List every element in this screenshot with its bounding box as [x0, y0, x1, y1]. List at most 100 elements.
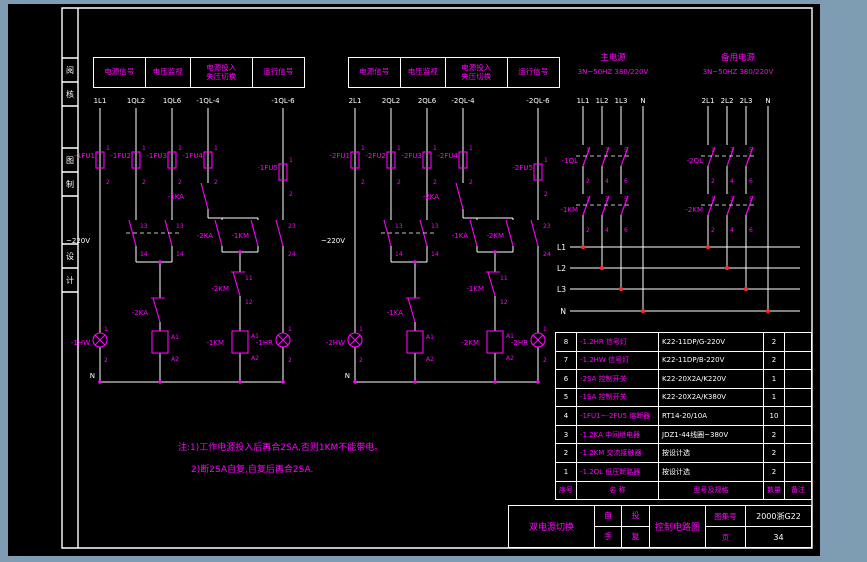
schematic-label: 2	[214, 179, 218, 186]
title-block-right: 图集号 2000浙G22 页 34	[705, 506, 811, 547]
table-cell	[785, 370, 811, 388]
parts-table: 8 -1.2HR 信号灯 K22-11DP/G-220V 2 7 -1.2HW 信号灯 K2…	[555, 332, 812, 500]
schematic-label: 1	[586, 196, 590, 203]
schematic-label: 1	[543, 326, 547, 333]
table-cell: 2	[764, 462, 785, 481]
schematic-label: 2	[469, 179, 473, 186]
schematic-label: 1	[104, 326, 108, 333]
drawing-title-right: 控制电路图	[654, 523, 700, 533]
schematic-label: 2	[711, 178, 715, 185]
table-cell: K22-20X2A/K380V	[659, 388, 764, 407]
header-cell: 电源投入 失压切换	[191, 58, 253, 87]
schematic-label: 1	[586, 147, 590, 154]
table-cell: 型号及规格	[659, 481, 764, 500]
schematic-label: N	[640, 97, 645, 105]
schematic-label: A2	[251, 355, 259, 362]
schematic-label: 2L3	[740, 97, 753, 105]
schematic-label: -1FU4	[182, 152, 203, 160]
schematic-label: 24	[543, 251, 551, 258]
table-cell: -1.2QL 低压断路器	[577, 462, 659, 481]
schematic-label: 2	[104, 357, 108, 364]
schematic-label: 13	[176, 223, 184, 230]
schematic-label: 4	[605, 227, 609, 234]
schematic-label: 2	[106, 179, 110, 186]
schematic-label: -2KM	[685, 206, 703, 214]
table-cell: -1FU1~-2FU5 熔断器	[577, 407, 659, 425]
table-row: 4 -1FU1~-2FU5 熔断器 RT14-20/10A 10	[556, 407, 811, 426]
table-cell	[785, 426, 811, 444]
schematic-label: 1L2	[596, 97, 609, 105]
table-cell: -2SA 控制开关	[577, 370, 659, 388]
table-cell: 按设计选	[659, 462, 764, 481]
schematic-label: 14	[395, 251, 403, 258]
schematic-label: 1	[361, 145, 365, 152]
schematic-label: -2FU2	[365, 152, 386, 160]
schematic-label: 13	[140, 223, 148, 230]
schematic-label: A2	[171, 356, 179, 363]
schematic-label: 1QL2	[127, 97, 145, 105]
table-cell: JDZ1-44线圈~380V	[659, 425, 764, 444]
schematic-label: 2	[178, 179, 182, 186]
schematic-label: 14	[176, 251, 184, 258]
schematic-label: -1KM	[206, 339, 224, 347]
schematic-label: N	[90, 372, 95, 380]
margin-label: 制	[66, 179, 74, 189]
schematic-label: 1	[142, 145, 146, 152]
header-cell: 电源信号	[94, 58, 146, 87]
schematic-label: 24	[288, 251, 296, 258]
schematic-label: 13	[431, 223, 439, 230]
schematic-label: 1	[544, 157, 548, 164]
schematic-label: 2	[397, 179, 401, 186]
schematic-label: A2	[426, 356, 434, 363]
table-cell: 1	[764, 370, 785, 388]
table-cell: 按设计选	[659, 444, 764, 462]
schematic-label: A2	[506, 355, 514, 362]
schematic-label: 2	[586, 227, 590, 234]
table-cell	[785, 389, 811, 407]
schematic-label: 1	[397, 145, 401, 152]
title-mode-char: 复	[631, 532, 640, 542]
schematic-label: 6	[624, 227, 628, 234]
schematic-label: 1	[178, 145, 182, 152]
schematic-label: 6	[749, 178, 753, 185]
table-cell: -1.2HR 信号灯	[577, 333, 659, 351]
table-cell: 2	[764, 444, 785, 462]
table-cell: 6	[556, 370, 577, 388]
schematic-label: 23	[543, 223, 551, 230]
title-mode-char: 手	[595, 526, 622, 547]
cad-viewport: 1L1 1QL2 1QL6 -1QL-4 -1QL-6 2L1 2QL2 2QL6 -2QL-4…	[0, 0, 867, 562]
table-cell: 2	[764, 351, 785, 370]
schematic-label: N	[560, 307, 566, 316]
table-row: 5 -1SA 控制开关 K22-20X2A/K380V 1	[556, 388, 811, 408]
schematic-label: L3	[557, 285, 566, 294]
table-cell: 4	[556, 407, 577, 425]
table-cell: 备注	[791, 486, 805, 495]
schematic-label: -1KA	[452, 232, 468, 240]
table-row: 7 -1.2HW 信号灯 K22-11DP/B-220V 2	[556, 351, 811, 371]
table-cell: 8	[556, 333, 577, 351]
schematic-label: N	[345, 372, 350, 380]
table-cell: -1.2HW 信号灯	[577, 351, 659, 370]
margin-label: 设	[66, 251, 74, 261]
schematic-label: -2KA	[423, 193, 439, 201]
schematic-label: 3N~50HZ 380/220V	[578, 68, 649, 76]
table-cell: K22-11DP/G-220V	[659, 333, 764, 351]
schematic-label: 2	[361, 179, 365, 186]
margin-label: 阅	[66, 66, 74, 75]
schematic-label: 1	[433, 145, 437, 152]
table-cell: 序号	[556, 481, 577, 500]
table-row: 序号名 称型号及规格 数量 备注	[556, 481, 811, 500]
title-mode-char: 投	[622, 506, 649, 527]
schematic-label: L1	[557, 243, 566, 252]
schematic-label: -2KM	[461, 339, 479, 347]
title-mode-char: 自	[595, 506, 622, 527]
table-cell: K22-20X2A/K220V	[659, 370, 764, 388]
table-row: 6 -2SA 控制开关 K22-20X2A/K220V 1	[556, 370, 811, 389]
schematic-label: -2QL-6	[526, 97, 550, 105]
note-line-1: 注:1)工作电源投入后再合2SA,否则1KM不能带电。	[178, 443, 384, 453]
schematic-label: -2HW	[326, 339, 345, 347]
schematic-label: 4	[605, 178, 609, 185]
schematic-label: -2KA	[197, 232, 213, 240]
header-cell: 电压监视	[146, 58, 192, 87]
atlas-number-label: 图集号	[706, 506, 746, 526]
